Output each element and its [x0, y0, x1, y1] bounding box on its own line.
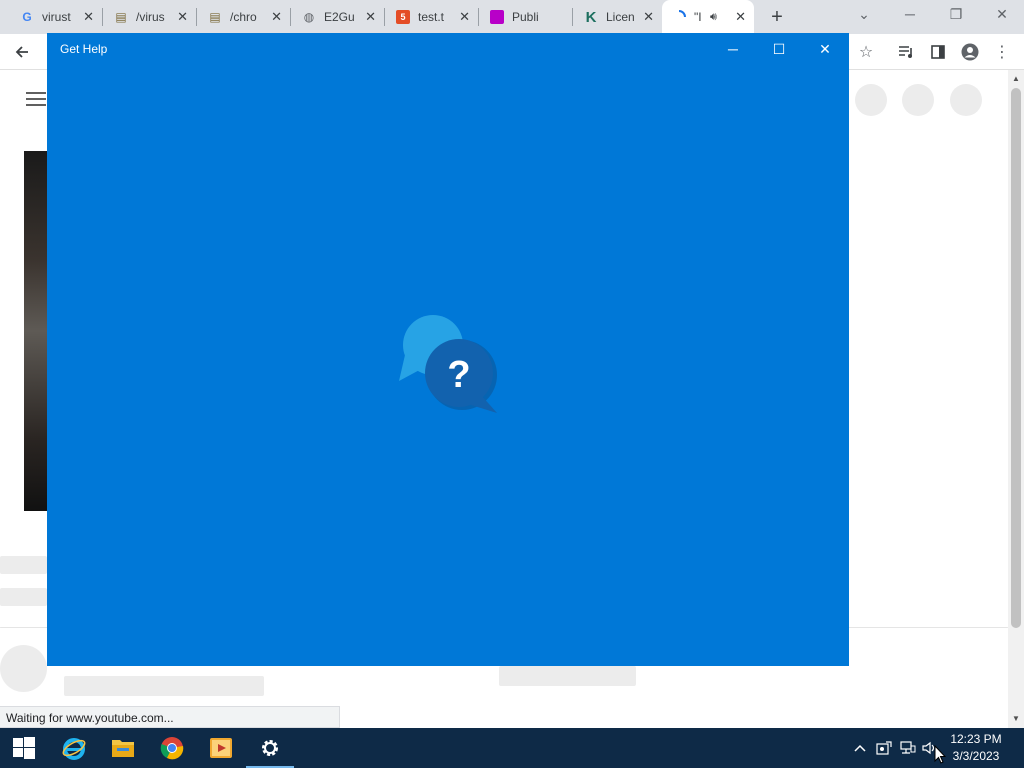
- menu-kebab-icon[interactable]: ⋮: [990, 40, 1014, 64]
- tab-separator: [290, 8, 291, 26]
- placeholder-circle: [902, 84, 934, 116]
- tab-title: "I: [694, 10, 702, 24]
- minimize-icon[interactable]: ─: [710, 37, 756, 61]
- chrome-icon[interactable]: [148, 728, 196, 768]
- close-icon[interactable]: ✕: [177, 9, 188, 25]
- video-thumbnail[interactable]: [24, 151, 48, 511]
- tab-1[interactable]: G virust ✕: [10, 4, 102, 30]
- file-explorer-icon[interactable]: [99, 728, 147, 768]
- archive-icon: ▤: [209, 10, 221, 24]
- placeholder-circle: [855, 84, 887, 116]
- close-icon[interactable]: ✕: [643, 9, 654, 25]
- scroll-down-icon[interactable]: ▼: [1012, 714, 1020, 723]
- new-tab-button[interactable]: +: [766, 6, 788, 28]
- settings-gear-icon[interactable]: [246, 728, 294, 768]
- tab-separator: [572, 8, 573, 26]
- close-icon[interactable]: ✕: [459, 9, 470, 25]
- bookmark-star-icon[interactable]: ☆: [854, 40, 878, 64]
- tab-5[interactable]: 5 test.t ✕: [386, 4, 478, 30]
- clock-date: 3/3/2023: [952, 749, 1000, 763]
- browser-tabstrip: G virust ✕ ▤ /virus ✕ ▤ /chro ✕ ◍ E2Gu ✕…: [0, 0, 1024, 34]
- internet-explorer-icon[interactable]: [50, 728, 98, 768]
- windows-start-icon[interactable]: [0, 728, 48, 768]
- skeleton-line: [0, 556, 47, 574]
- tab-title: test.t: [418, 10, 445, 24]
- mouse-cursor-icon: [934, 745, 946, 764]
- close-icon[interactable]: ✕: [271, 9, 282, 25]
- tab-search-icon[interactable]: ⌄: [852, 6, 876, 26]
- browser-status-bar: Waiting for www.youtube.com...: [0, 706, 340, 728]
- skeleton-line: [0, 588, 47, 606]
- close-icon[interactable]: ✕: [802, 37, 848, 61]
- tab-2[interactable]: ▤ /virus ✕: [104, 4, 196, 30]
- get-help-logo-icon: ?: [399, 315, 497, 413]
- tab-separator: [102, 8, 103, 26]
- google-g-icon: G: [22, 10, 32, 24]
- tab-title: /chro: [230, 10, 257, 24]
- clock-time: 12:23 PM: [950, 732, 1002, 746]
- media-controls-icon[interactable]: [894, 40, 918, 64]
- skeleton-line: [64, 676, 264, 696]
- close-window-icon[interactable]: ✕: [990, 6, 1014, 26]
- tab-title: Publi: [512, 10, 539, 24]
- media-player-icon[interactable]: [197, 728, 245, 768]
- archive-icon: ▤: [115, 10, 127, 24]
- html5-icon: 5: [396, 10, 410, 24]
- restore-icon[interactable]: ❐: [944, 6, 968, 26]
- maximize-icon[interactable]: ☐: [756, 37, 802, 61]
- k-logo-icon: K: [585, 8, 597, 26]
- tab-separator: [196, 8, 197, 26]
- avatar-placeholder: [0, 645, 47, 692]
- show-hidden-icons-chevron-icon[interactable]: [850, 738, 870, 758]
- purple-square-icon: [490, 10, 504, 24]
- help-question-mark: ?: [447, 354, 470, 396]
- system-clock[interactable]: 12:23 PM 3/3/2023: [944, 731, 1008, 765]
- tab-4[interactable]: ◍ E2Gu ✕: [292, 4, 384, 30]
- tab-separator: [384, 8, 385, 26]
- network-icon[interactable]: [898, 738, 918, 758]
- side-panel-icon[interactable]: [926, 40, 950, 64]
- tab-7[interactable]: K Licen ✕: [574, 4, 662, 30]
- close-icon[interactable]: ✕: [83, 9, 94, 25]
- tab-title: E2Gu: [324, 10, 355, 24]
- loading-spinner-icon: [672, 10, 686, 24]
- get-help-window: Get Help ─ ☐ ✕ ?: [47, 33, 849, 666]
- tab-separator: [478, 8, 479, 26]
- minimize-icon[interactable]: ─: [898, 6, 922, 26]
- profile-avatar-icon[interactable]: [958, 40, 982, 64]
- tab-6[interactable]: Publi: [480, 4, 572, 30]
- security-center-icon[interactable]: [874, 738, 894, 758]
- tab-3[interactable]: ▤ /chro ✕: [198, 4, 290, 30]
- tab-8-active[interactable]: "I 🔊︎ ✕: [662, 0, 754, 34]
- speaker-icon[interactable]: 🔊︎: [710, 11, 717, 24]
- tab-title: /virus: [136, 10, 165, 24]
- page-scrollbar[interactable]: ▲ ▼: [1008, 70, 1024, 728]
- scroll-up-icon[interactable]: ▲: [1012, 74, 1020, 83]
- scroll-thumb[interactable]: [1011, 88, 1021, 628]
- close-icon[interactable]: ✕: [365, 9, 376, 25]
- close-icon[interactable]: ✕: [735, 9, 746, 25]
- windows-taskbar: 12:23 PM 3/3/2023: [0, 728, 1024, 768]
- back-arrow-icon[interactable]: [10, 40, 34, 64]
- placeholder-circle: [950, 84, 982, 116]
- hamburger-menu-icon[interactable]: [26, 92, 46, 110]
- window-title: Get Help: [60, 42, 108, 56]
- globe-icon: ◍: [303, 10, 315, 24]
- skeleton-line: [499, 666, 636, 686]
- tab-title: virust: [42, 10, 71, 24]
- tab-title: Licen: [606, 10, 635, 24]
